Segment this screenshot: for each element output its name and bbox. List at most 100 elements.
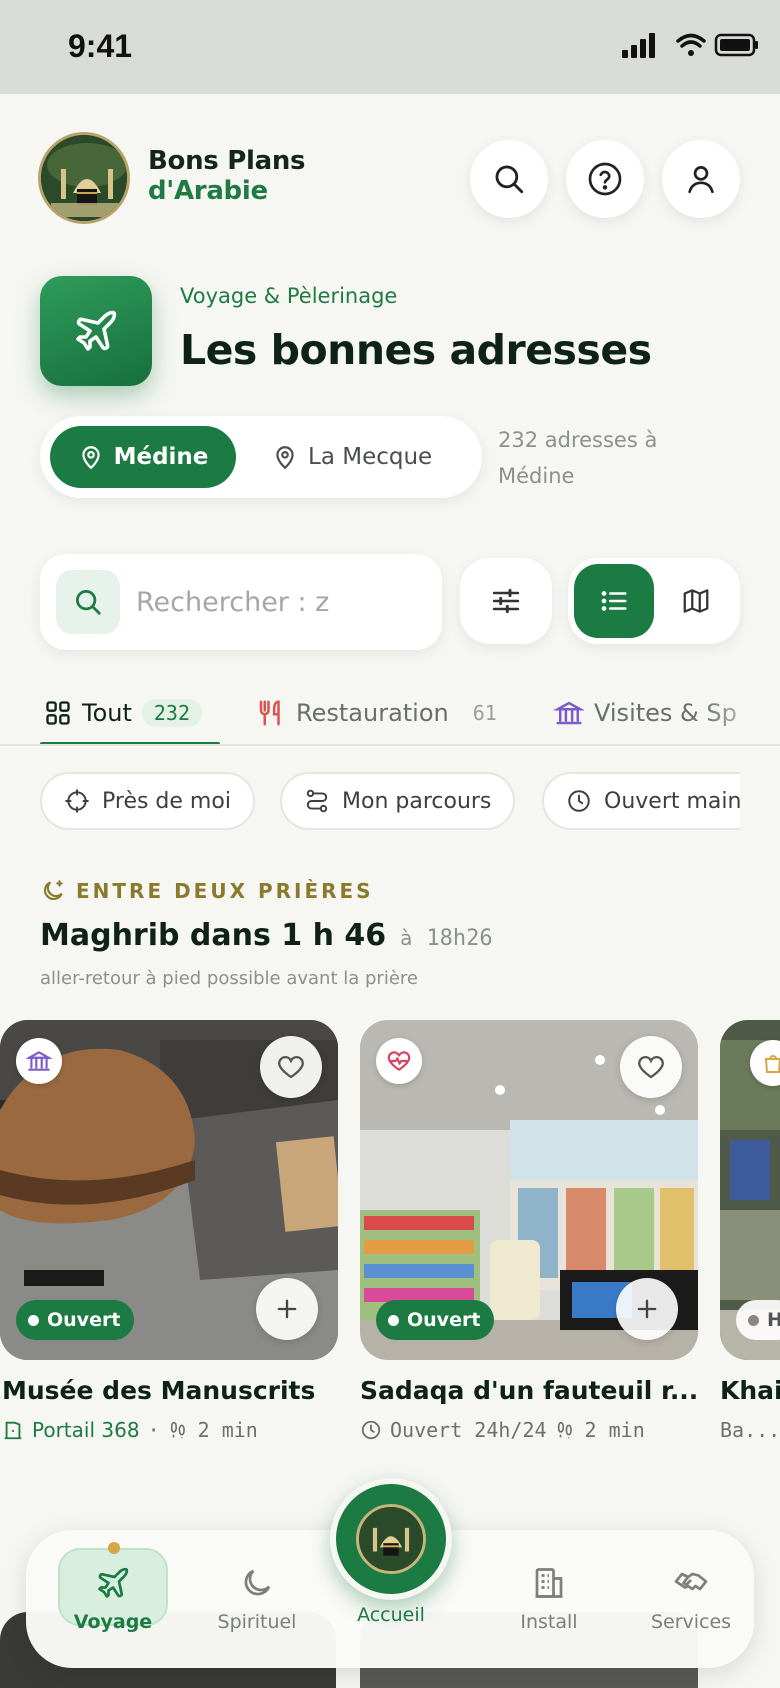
status-label: Ouvert — [407, 1309, 481, 1331]
address-count: 232 adresses à Médine — [498, 428, 658, 488]
chip-mon-parcours[interactable]: Mon parcours — [280, 772, 516, 830]
crosshair-icon — [65, 789, 89, 813]
open-status-badge: Ouvert — [376, 1300, 495, 1340]
add-to-route-button[interactable] — [616, 1278, 678, 1340]
app-screen: { "status_bar": {"time": "9:41"}, "heade… — [0, 0, 780, 1688]
search-icon — [495, 165, 524, 194]
chip-label: Près de moi — [102, 788, 231, 814]
chip-label: Mon parcours — [342, 788, 492, 814]
favorite-button[interactable] — [620, 1036, 682, 1098]
prayer-time: 18h26 — [426, 926, 493, 951]
kaaba-mosque-icon — [41, 135, 127, 221]
meta-separator: · — [147, 1418, 160, 1442]
user-icon — [688, 166, 714, 194]
status-bar: 9:41 — [0, 0, 780, 94]
clock-icon — [361, 1420, 381, 1440]
city-switcher: Médine La Mecque — [40, 416, 482, 498]
place-meta: Portail 368 · 2 min — [2, 1418, 258, 1442]
nav-label: Services — [650, 1611, 732, 1633]
open-status-badge: Ouvert — [16, 1300, 135, 1340]
sliders-icon — [492, 588, 520, 614]
footsteps-icon — [170, 1421, 185, 1439]
brand-logo-small — [356, 1504, 426, 1574]
status-dot — [388, 1314, 399, 1326]
wifi-icon — [676, 33, 706, 56]
city-option-label: La Mecque — [308, 444, 433, 470]
status-label: Ouvert — [47, 1309, 121, 1331]
airplane-icon — [98, 1567, 129, 1598]
map-pin-icon — [81, 446, 100, 470]
clock-icon — [568, 790, 590, 812]
grid-icon — [46, 701, 70, 725]
heart-icon — [278, 1056, 304, 1079]
place-title[interactable]: Musée des Manuscrits — [2, 1376, 315, 1405]
place-card[interactable]: Ouvert — [360, 1020, 698, 1360]
brand-name-line1: Bons Plans — [148, 146, 306, 176]
nav-install[interactable]: Install — [484, 1530, 614, 1668]
plus-icon — [277, 1299, 297, 1319]
filters-button[interactable] — [460, 558, 552, 644]
heart-pulse-icon — [387, 1051, 411, 1071]
plus-icon — [637, 1299, 657, 1319]
search-icon-badge — [56, 570, 120, 634]
search-bar — [40, 554, 442, 650]
list-view-button[interactable] — [574, 564, 654, 638]
home-button[interactable] — [330, 1478, 452, 1600]
footsteps-icon — [557, 1421, 572, 1439]
profile-button[interactable] — [662, 140, 740, 218]
page-title: Les bonnes adresses — [180, 326, 652, 374]
tab-tout[interactable]: Tout 232 — [44, 680, 203, 744]
nav-voyage[interactable]: Voyage — [48, 1530, 178, 1668]
prayer-countdown: Maghrib dans 1 h 46 à 18h26 — [40, 918, 493, 953]
tab-label: Tout — [82, 699, 132, 727]
route-icon — [306, 789, 328, 813]
chip-label: Ouvert main — [604, 788, 740, 814]
place-meta: Ba... — [720, 1418, 780, 1442]
map-pin-icon — [276, 446, 294, 470]
status-time: 9:41 — [68, 28, 133, 64]
add-to-route-button[interactable] — [256, 1278, 318, 1340]
heart-icon — [638, 1056, 664, 1079]
place-title[interactable]: Sadaqa d'un fauteuil r... — [360, 1376, 698, 1405]
museum-icon — [554, 701, 584, 725]
category-tabs: Tout 232 Restauration 61 Visites & Sp — [0, 680, 780, 746]
brand-logo[interactable] — [38, 132, 130, 224]
hours-label: Ouvert 24h/24 — [390, 1418, 547, 1442]
tab-restauration[interactable]: Restauration 61 — [256, 680, 497, 744]
search-button[interactable] — [470, 140, 548, 218]
status-dot — [28, 1314, 39, 1326]
battery-icon — [714, 33, 758, 57]
city-option-medine[interactable]: Médine — [50, 426, 236, 488]
search-input[interactable] — [136, 578, 332, 626]
favorite-button[interactable] — [260, 1036, 322, 1098]
nav-spirituel[interactable]: Spirituel — [192, 1530, 322, 1668]
signal-icon — [622, 33, 655, 58]
question-mark-icon — [588, 162, 622, 196]
help-button[interactable] — [566, 140, 644, 218]
status-icons — [622, 33, 758, 58]
nav-label: Spirituel — [217, 1611, 297, 1633]
walk-time: 2 min — [584, 1418, 645, 1442]
city-option-la-mecque[interactable]: La Mecque — [272, 426, 472, 488]
map-view-button[interactable] — [658, 564, 734, 638]
door-icon — [4, 1421, 22, 1440]
chip-pres-de-moi[interactable]: Près de moi — [40, 772, 255, 830]
place-card[interactable]: H — [720, 1020, 780, 1360]
home-label: Accueil — [357, 1604, 425, 1626]
nav-services[interactable]: Services — [626, 1530, 756, 1668]
place-meta: Ouvert 24h/24 2 min — [360, 1418, 645, 1442]
tab-count: 61 — [472, 701, 497, 725]
open-status-badge: H — [736, 1300, 780, 1340]
prayer-section-kicker: ENTRE DEUX PRIÈRES — [40, 878, 374, 904]
shopping-bag-icon — [764, 1055, 780, 1073]
search-icon — [76, 590, 101, 615]
category-badge — [16, 1038, 62, 1084]
city-option-label: Médine — [113, 444, 209, 470]
chip-ouvert-maintenant[interactable]: Ouvert main — [542, 772, 740, 830]
place-title[interactable]: Khai — [720, 1376, 780, 1405]
place-card[interactable]: Ouvert — [0, 1020, 338, 1360]
airplane-icon — [76, 310, 117, 351]
handshake-icon — [674, 1572, 708, 1591]
view-toggle — [568, 558, 740, 644]
kicker-text: ENTRE DEUX PRIÈRES — [76, 879, 374, 903]
